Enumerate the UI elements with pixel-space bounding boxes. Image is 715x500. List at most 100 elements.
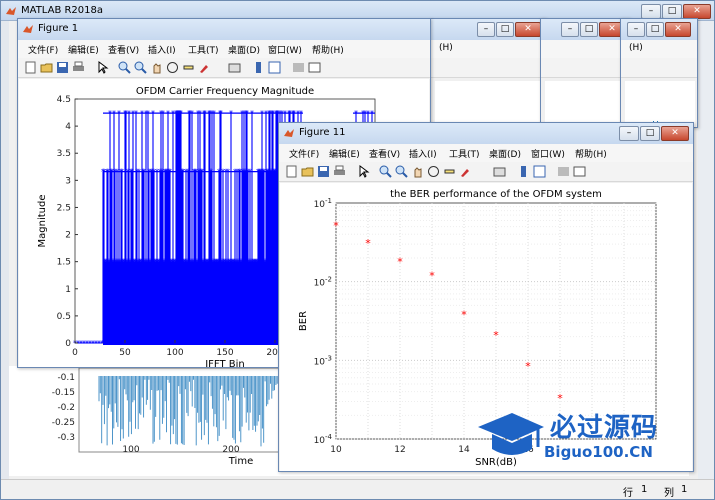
- status-bar: 行 1 列 1: [1, 479, 714, 499]
- y-tick-label: 10-2: [314, 276, 332, 289]
- close-button[interactable]: ✕: [515, 22, 541, 37]
- pointer-icon[interactable]: [357, 165, 370, 178]
- background-figure-c-title[interactable]: – □ ✕: [621, 19, 697, 40]
- x-axis-label: IFFT Bin: [205, 359, 245, 367]
- menu-help[interactable]: 帮助(H): [312, 43, 344, 56]
- figure-11-toolbar: [279, 162, 693, 182]
- menu-help[interactable]: (H): [629, 43, 643, 53]
- background-figure-a-title[interactable]: – □ ✕: [431, 19, 545, 40]
- figure-1-title-bar[interactable]: Figure 1: [18, 19, 430, 40]
- legend-icon[interactable]: [533, 165, 546, 178]
- menu-insert[interactable]: 插入(I): [148, 43, 176, 56]
- minimize-button[interactable]: –: [477, 22, 495, 37]
- hide-plot-tools-icon[interactable]: [292, 61, 305, 74]
- minimize-button[interactable]: –: [641, 4, 661, 19]
- minimize-button[interactable]: –: [627, 22, 645, 37]
- zoom-out-icon[interactable]: [395, 165, 408, 178]
- data-cursor-icon[interactable]: [182, 61, 195, 74]
- side-rail: [1, 21, 9, 479]
- background-figure-b-title[interactable]: – □ ✕: [541, 19, 629, 40]
- maximize-button[interactable]: □: [662, 4, 682, 19]
- brush-icon[interactable]: [459, 165, 472, 178]
- maximize-button[interactable]: □: [580, 22, 598, 37]
- print-icon[interactable]: [72, 61, 85, 74]
- background-figure-b[interactable]: – □ ✕: [540, 18, 630, 128]
- zoom-in-icon[interactable]: [118, 61, 131, 74]
- menu-view[interactable]: 查看(V): [369, 147, 400, 160]
- data-point-marker: *: [248, 168, 252, 177]
- data-cursor-icon[interactable]: [443, 165, 456, 178]
- close-button[interactable]: ✕: [661, 126, 689, 141]
- minimize-button[interactable]: –: [561, 22, 579, 37]
- status-row-label: 行: [623, 488, 633, 499]
- new-figure-icon[interactable]: [24, 61, 37, 74]
- figure-11-title-bar[interactable]: Figure 11 – □ ✕: [279, 123, 693, 144]
- data-point-marker: *: [168, 168, 172, 177]
- y-tick-label: 1: [65, 285, 71, 295]
- legend-icon[interactable]: [268, 61, 281, 74]
- chart-title: OFDM Carrier Frequency Magnitude: [136, 86, 314, 97]
- menu-tools[interactable]: 工具(T): [449, 147, 480, 160]
- background-figure-c[interactable]: – □ ✕ (H): [620, 18, 698, 128]
- colorbar-icon[interactable]: [252, 61, 265, 74]
- rotate-icon[interactable]: [166, 61, 179, 74]
- menu-file[interactable]: 文件(F): [28, 43, 58, 56]
- print-icon[interactable]: [333, 165, 346, 178]
- link-plot-icon[interactable]: [493, 165, 506, 178]
- maximize-button[interactable]: □: [646, 22, 664, 37]
- data-point-marker: *: [130, 168, 134, 177]
- show-plot-tools-icon[interactable]: [308, 61, 321, 74]
- menu-insert[interactable]: 插入(I): [409, 147, 437, 160]
- colorbar-icon[interactable]: [517, 165, 530, 178]
- brush-icon[interactable]: [198, 61, 211, 74]
- menu-window[interactable]: 窗口(W): [531, 147, 565, 160]
- menu-file[interactable]: 文件(F): [289, 147, 319, 160]
- menu-desktop[interactable]: 桌面(D): [489, 147, 521, 160]
- open-icon[interactable]: [40, 61, 53, 74]
- zoom-out-icon[interactable]: [134, 61, 147, 74]
- close-button[interactable]: ✕: [665, 22, 691, 37]
- new-figure-icon[interactable]: [285, 165, 298, 178]
- background-figure-a[interactable]: – □ ✕ (H) ✱: [430, 18, 546, 148]
- maximize-button[interactable]: □: [496, 22, 514, 37]
- data-point-marker: *: [212, 109, 216, 118]
- menu-edit[interactable]: 编辑(E): [329, 147, 360, 160]
- background-figure-a-menubar: (H): [431, 40, 545, 58]
- data-point-marker: *: [461, 309, 467, 322]
- show-plot-tools-icon[interactable]: [573, 165, 586, 178]
- data-point-marker: *: [219, 109, 223, 118]
- data-point-marker: *: [299, 109, 303, 118]
- menu-tools[interactable]: 工具(T): [188, 43, 219, 56]
- rotate-icon[interactable]: [427, 165, 440, 178]
- save-icon[interactable]: [317, 165, 330, 178]
- data-point-marker: *: [179, 109, 183, 118]
- data-point-marker: *: [206, 258, 210, 267]
- menu-desktop[interactable]: 桌面(D): [228, 43, 260, 56]
- menu-window[interactable]: 窗口(W): [268, 43, 302, 56]
- menu-edit[interactable]: 编辑(E): [68, 43, 99, 56]
- chart-title: the BER performance of the OFDM system: [390, 189, 602, 200]
- y-tick-label: 2: [65, 231, 71, 241]
- maximize-button[interactable]: □: [640, 126, 660, 141]
- menu-help[interactable]: (H): [439, 43, 453, 53]
- x-tick-label: 100: [122, 445, 139, 455]
- y-axis-label: BER: [298, 311, 309, 331]
- link-plot-icon[interactable]: [228, 61, 241, 74]
- data-point-marker: *: [226, 168, 230, 177]
- background-figure-c-menubar: (H): [621, 40, 697, 58]
- close-button[interactable]: ✕: [683, 4, 711, 19]
- data-point-marker: *: [250, 109, 254, 118]
- zoom-in-icon[interactable]: [379, 165, 392, 178]
- hide-plot-tools-icon[interactable]: [557, 165, 570, 178]
- pan-icon[interactable]: [411, 165, 424, 178]
- open-icon[interactable]: [301, 165, 314, 178]
- menu-view[interactable]: 查看(V): [108, 43, 139, 56]
- watermark: 必过源码 Biguo100.CN: [470, 405, 700, 465]
- background-figure-b-menubar: [541, 40, 629, 58]
- pan-icon[interactable]: [150, 61, 163, 74]
- y-tick-label: 3.5: [57, 149, 71, 159]
- save-icon[interactable]: [56, 61, 69, 74]
- pointer-icon[interactable]: [96, 61, 109, 74]
- minimize-button[interactable]: –: [619, 126, 639, 141]
- menu-help[interactable]: 帮助(H): [575, 147, 607, 160]
